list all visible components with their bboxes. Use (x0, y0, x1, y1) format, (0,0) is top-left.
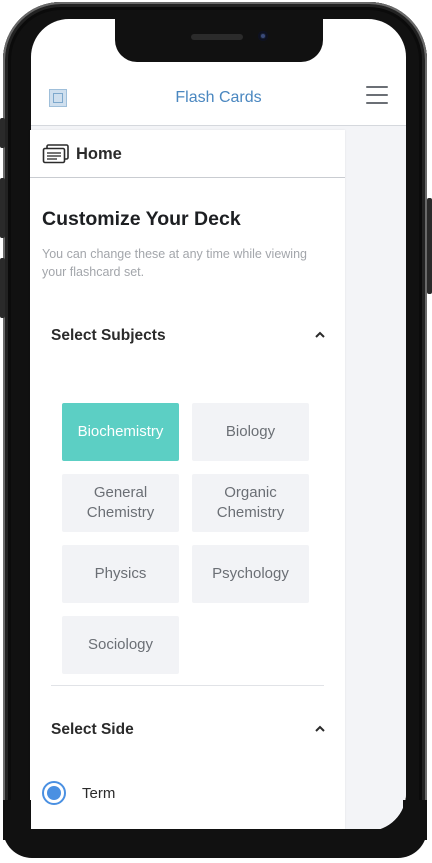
subject-physics-button[interactable]: Physics (62, 545, 179, 603)
subject-biochemistry-button[interactable]: Biochemistry (62, 403, 179, 461)
subject-psychology-button[interactable]: Psychology (192, 545, 309, 603)
app-title: Flash Cards (175, 89, 262, 106)
select-subjects-label: Select Subjects (51, 327, 166, 344)
breadcrumb-home-link[interactable]: Home (76, 145, 122, 164)
phone-power-button (427, 198, 432, 294)
phone-bezel-left (3, 800, 31, 840)
chevron-up-icon[interactable] (314, 329, 326, 341)
app-header: Flash Cards (31, 67, 406, 126)
side-term-radio[interactable] (42, 781, 66, 805)
subject-organic-chemistry-button[interactable]: Organic Chemistry (192, 474, 309, 532)
chevron-up-icon[interactable] (314, 723, 326, 735)
subject-biology-button[interactable]: Biology (192, 403, 309, 461)
subject-general-chemistry-button[interactable]: General Chemistry (62, 474, 179, 532)
side-term-label[interactable]: Term (82, 785, 115, 802)
breadcrumb: Home (30, 130, 345, 178)
select-side-label: Select Side (51, 721, 134, 738)
deck-card: Home Customize Your Deck You can change … (30, 130, 345, 830)
speaker (191, 34, 243, 40)
phone-mute-switch (0, 118, 5, 148)
phone-volume-up (0, 178, 5, 238)
page-title: Customize Your Deck (42, 208, 241, 230)
page-description: You can change these at any time while v… (42, 247, 307, 279)
phone-volume-down (0, 258, 5, 318)
hamburger-menu-icon[interactable] (366, 86, 388, 104)
phone-bezel-right (403, 800, 427, 840)
select-subjects-header[interactable]: Select Subjects (51, 325, 326, 349)
select-side-header[interactable]: Select Side (51, 719, 326, 743)
notch (115, 19, 323, 62)
subject-sociology-button[interactable]: Sociology (62, 616, 179, 674)
flashcards-icon[interactable] (42, 144, 70, 164)
camera-icon (258, 31, 268, 41)
phone-bottom-bezel (3, 829, 427, 858)
section-divider (51, 685, 324, 686)
